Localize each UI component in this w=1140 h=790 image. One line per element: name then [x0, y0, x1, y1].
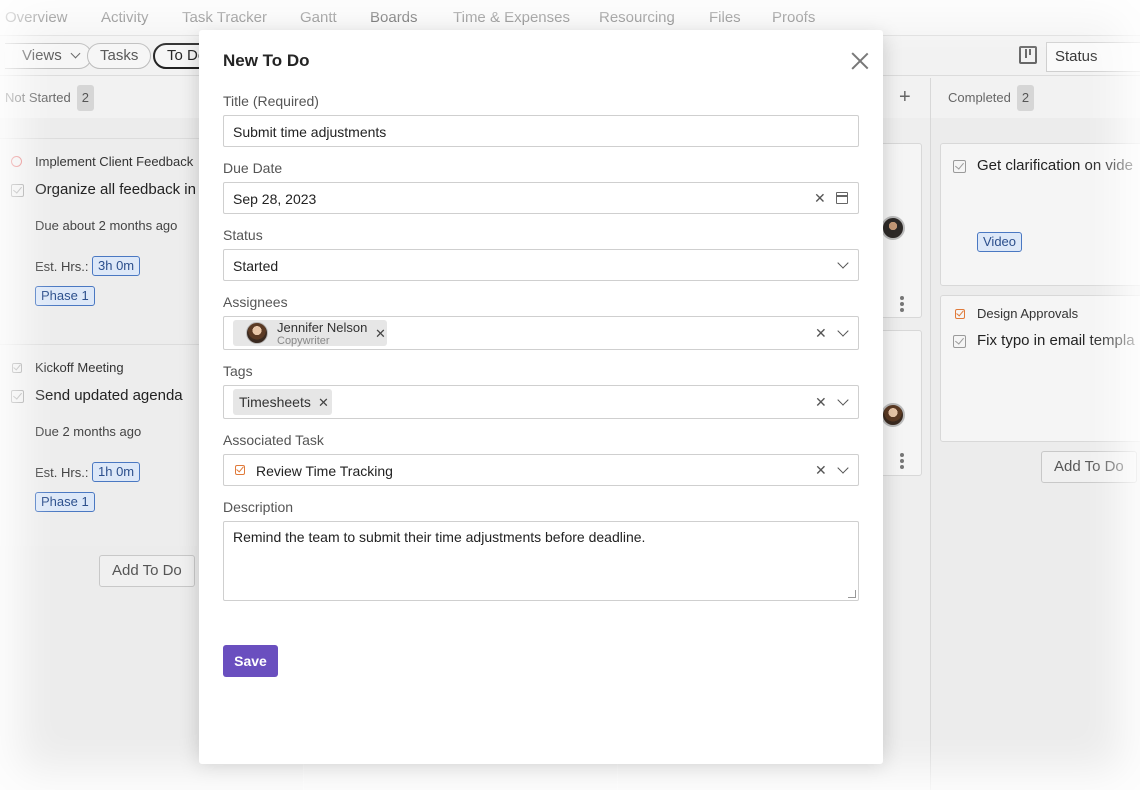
avatar	[881, 216, 905, 240]
tasks-filter-pill[interactable]: Tasks	[87, 43, 152, 69]
card-title: Fix typo in email templa	[977, 332, 1135, 349]
description-textarea[interactable]: Remind the team to submit their time adj…	[223, 521, 859, 601]
tab-resourcing[interactable]: Resourcing	[599, 9, 675, 26]
tag-chip: Timesheets ✕	[233, 389, 332, 415]
title-input[interactable]: Submit time adjustments	[223, 115, 859, 147]
due-date-label: Due Date	[223, 160, 283, 176]
assignee-name: Jennifer Nelson	[277, 320, 368, 335]
remove-tag-icon[interactable]: ✕	[318, 395, 329, 411]
todo-card[interactable]: Design Approvals Fix typo in email templ…	[940, 295, 1140, 442]
task-icon	[955, 309, 965, 319]
board-view-icon[interactable]	[1019, 46, 1037, 64]
card-est-label: Est. Hrs.:	[35, 259, 89, 274]
assignee-role: Copywriter	[277, 335, 330, 347]
assignees-label: Assignees	[223, 294, 288, 310]
clear-icon[interactable]: ✕	[815, 325, 827, 342]
due-date-input[interactable]: Sep 28, 2023 ✕	[223, 182, 859, 214]
task-icon	[12, 363, 22, 373]
alert-icon	[11, 156, 22, 167]
column-count: 2	[76, 85, 94, 111]
due-date-value: Sep 28, 2023	[233, 191, 317, 207]
card-title: Organize all feedback in s	[35, 181, 208, 198]
tab-boards[interactable]: Boards	[370, 9, 418, 26]
resize-handle-icon[interactable]	[848, 590, 856, 598]
group-by-value: Status	[1055, 48, 1098, 65]
new-todo-dialog: New To Do Title (Required) Submit time a…	[199, 30, 883, 764]
column-name: Completed	[948, 90, 1011, 105]
card-title: Send updated agenda	[35, 387, 183, 404]
avatar	[881, 403, 905, 427]
tab-proofs[interactable]: Proofs	[772, 9, 815, 26]
tab-overview[interactable]: Overview	[5, 9, 68, 26]
calendar-icon[interactable]	[836, 192, 848, 204]
app-screen: Overview Activity Task Tracker Gantt Boa…	[0, 0, 1140, 790]
card-due: Due 2 months ago	[35, 424, 142, 439]
clear-icon[interactable]: ✕	[815, 462, 827, 479]
avatar	[246, 322, 268, 344]
task-icon	[235, 465, 245, 475]
associated-task-value: Review Time Tracking	[256, 463, 393, 479]
clear-icon[interactable]: ✕	[815, 394, 827, 411]
column-divider	[930, 78, 931, 790]
more-options-icon[interactable]	[900, 296, 904, 312]
card-task-name: Design Approvals	[977, 306, 1079, 321]
group-by-select[interactable]: Status	[1046, 42, 1140, 72]
title-value: Submit time adjustments	[233, 124, 387, 140]
dialog-title: New To Do	[223, 51, 310, 70]
card-tag[interactable]: Video	[977, 232, 1023, 252]
close-icon[interactable]	[851, 52, 869, 70]
column-header-completed: Completed 2	[948, 78, 1035, 118]
assignee-chip: Jennifer Nelson Copywriter ✕	[233, 320, 387, 347]
column-name: Not Started	[5, 90, 71, 105]
checkbox-icon[interactable]	[953, 160, 966, 173]
chevron-down-icon	[70, 48, 81, 59]
chevron-down-icon	[837, 394, 849, 406]
chevron-down-icon	[837, 257, 849, 269]
description-value: Remind the team to submit their time adj…	[233, 529, 646, 545]
tasks-label: Tasks	[100, 47, 139, 64]
card-due: Due about 2 months ago	[35, 218, 178, 233]
remove-assignee-icon[interactable]: ✕	[375, 326, 386, 342]
save-button[interactable]: Save	[223, 645, 278, 677]
column-count: 2	[1016, 85, 1035, 111]
status-value: Started	[233, 258, 279, 274]
checkbox-icon[interactable]	[11, 184, 24, 197]
tab-files[interactable]: Files	[709, 9, 741, 26]
tab-activity[interactable]: Activity	[101, 9, 149, 26]
tab-task-tracker[interactable]: Task Tracker	[182, 9, 267, 26]
tab-time-expenses[interactable]: Time & Expenses	[453, 9, 570, 26]
associated-task-select[interactable]: Review Time Tracking ✕	[223, 454, 859, 486]
title-label: Title (Required)	[223, 93, 319, 109]
views-dropdown[interactable]: Views	[5, 43, 92, 69]
views-label: Views	[22, 47, 62, 64]
card-est-value: 1h 0m	[92, 462, 141, 482]
clear-icon[interactable]: ✕	[814, 190, 826, 207]
card-tag[interactable]: Phase 1	[35, 492, 95, 512]
tags-label: Tags	[223, 363, 253, 379]
add-todo-button[interactable]: Add To Do	[1041, 451, 1137, 483]
tab-gantt[interactable]: Gantt	[300, 9, 337, 26]
checkbox-icon[interactable]	[953, 335, 966, 348]
tag-label: Timesheets	[239, 394, 311, 410]
card-task-name: Kickoff Meeting	[35, 360, 124, 375]
more-options-icon[interactable]	[900, 453, 904, 469]
add-column-item-icon[interactable]: +	[899, 86, 911, 109]
tags-select[interactable]: Timesheets ✕ ✕	[223, 385, 859, 419]
status-label: Status	[223, 227, 263, 243]
column-header-not-started: Not Started 2	[5, 78, 94, 118]
card-task-name: Implement Client Feedback	[35, 154, 194, 169]
card-est-value: 3h 0m	[92, 256, 141, 276]
add-todo-button[interactable]: Add To Do	[99, 555, 195, 587]
todo-card[interactable]: Get clarification on vide Video	[940, 143, 1140, 286]
card-est-label: Est. Hrs.:	[35, 465, 89, 480]
chevron-down-icon	[837, 462, 849, 474]
card-tag[interactable]: Phase 1	[35, 286, 95, 306]
description-label: Description	[223, 499, 294, 515]
associated-task-label: Associated Task	[223, 432, 324, 448]
assignees-select[interactable]: Jennifer Nelson Copywriter ✕ ✕	[223, 316, 859, 350]
card-title: Get clarification on vide	[977, 157, 1133, 174]
status-select[interactable]: Started	[223, 249, 859, 281]
chevron-down-icon	[837, 325, 849, 337]
checkbox-icon[interactable]	[11, 390, 24, 403]
